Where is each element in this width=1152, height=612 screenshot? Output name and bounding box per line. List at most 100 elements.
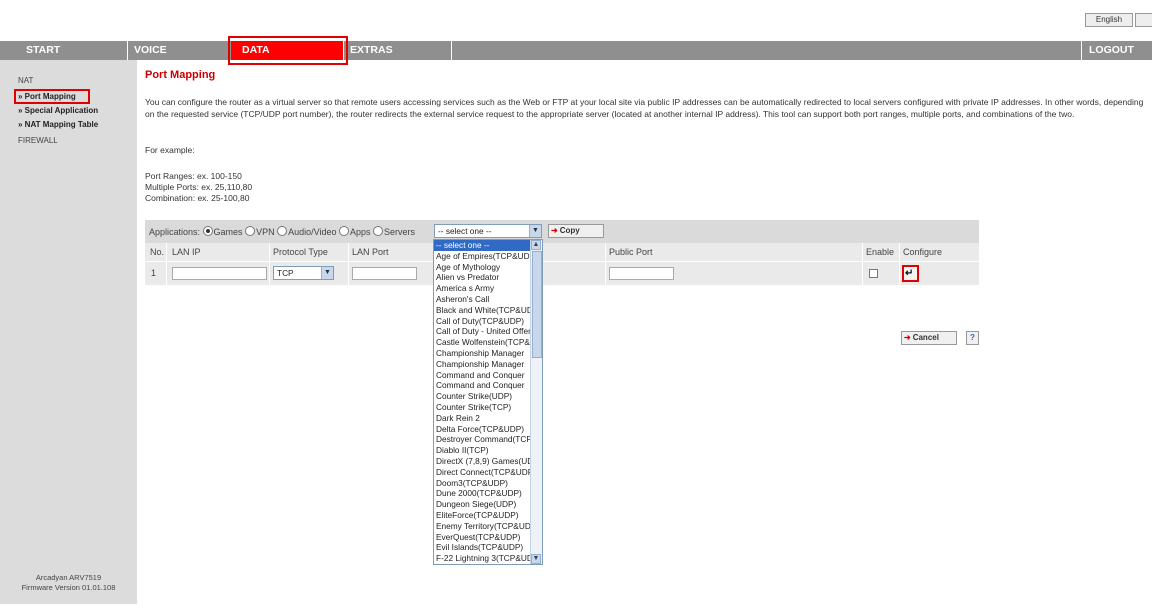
example-label: For example: xyxy=(145,145,195,155)
dropdown-option[interactable]: DirectX (7,8,9) Games(UDP) xyxy=(436,456,532,467)
dropdown-option[interactable]: Evil Islands(TCP&UDP) xyxy=(436,542,532,553)
column-divider xyxy=(269,243,270,285)
dropdown-option[interactable]: Call of Duty - United Offensive xyxy=(436,326,532,337)
table-header-row: No. LAN IP Protocol Type LAN Port Public… xyxy=(145,243,979,261)
nav-data-highlight xyxy=(228,36,348,65)
dropdown-option[interactable]: EliteForce(TCP&UDP) xyxy=(436,510,532,521)
language-button[interactable]: English xyxy=(1085,13,1133,27)
port-mapping-highlight xyxy=(14,89,90,104)
radio-servers-label: Servers xyxy=(384,227,416,237)
example-multiple-ports: Multiple Ports: ex. 25,110,80 xyxy=(145,182,253,192)
column-divider xyxy=(348,243,349,285)
column-divider xyxy=(605,243,606,285)
dropdown-option[interactable]: Alien vs Predator xyxy=(436,272,532,283)
dropdown-option[interactable]: Destroyer Command(TCP) xyxy=(436,434,532,445)
nav-voice[interactable]: VOICE xyxy=(128,41,230,60)
sidebar-item-nat-mapping-table[interactable]: » NAT Mapping Table xyxy=(18,120,98,129)
cancel-button-label: Cancel xyxy=(912,333,939,342)
nav-logout[interactable]: LOGOUT xyxy=(1081,41,1152,60)
dropdown-option[interactable]: Enemy Territory(TCP&UDP) xyxy=(436,521,532,532)
dropdown-option[interactable]: Command and Conquer xyxy=(436,380,532,391)
lan-port-input[interactable] xyxy=(352,267,417,280)
dropdown-option[interactable]: Direct Connect(TCP&UDP) xyxy=(436,467,532,478)
scroll-down-icon[interactable]: ▼ xyxy=(531,554,541,564)
dropdown-option[interactable]: Dune 2000(TCP&UDP) xyxy=(436,488,532,499)
sidebar-item-nat[interactable]: NAT xyxy=(18,76,33,85)
example-port-ranges: Port Ranges: ex. 100-150 xyxy=(145,171,242,181)
dropdown-option[interactable]: Delta Force(TCP&UDP) xyxy=(436,424,532,435)
header-public-port: Public Port xyxy=(609,247,653,257)
firmware-version: Firmware Version 01.01.108 xyxy=(21,583,116,592)
dropdown-option[interactable]: Championship Manager xyxy=(436,359,532,370)
enable-checkbox[interactable] xyxy=(869,269,878,278)
dropdown-option[interactable]: Castle Wolfenstein(TCP&UDP) xyxy=(436,337,532,348)
scroll-up-icon[interactable]: ▲ xyxy=(531,240,541,250)
second-top-button[interactable] xyxy=(1135,13,1152,27)
main-nav: START VOICE DATA EXTRAS LOGOUT xyxy=(0,41,1152,60)
row-divider xyxy=(145,261,979,262)
nav-extras[interactable]: EXTRAS xyxy=(344,41,452,60)
radio-apps[interactable] xyxy=(339,226,349,236)
radio-servers[interactable] xyxy=(373,226,384,236)
radio-audio-video-label: Audio/Video xyxy=(288,227,337,237)
help-button[interactable]: ? xyxy=(966,331,979,345)
column-divider xyxy=(899,243,900,285)
dropdown-option[interactable]: Black and White(TCP&UDP) xyxy=(436,305,532,316)
radio-audio-video[interactable] xyxy=(277,226,288,236)
dropdown-option[interactable]: Counter Strike(TCP) xyxy=(436,402,532,413)
dropdown-option[interactable]: Dark Rein 2 xyxy=(436,413,532,424)
radio-vpn[interactable] xyxy=(245,226,256,236)
copy-button[interactable]: ➜ Copy xyxy=(548,224,604,238)
dropdown-option[interactable]: Command and Conquer xyxy=(436,370,532,381)
example-combination: Combination: ex. 25-100,80 xyxy=(145,193,250,203)
dropdown-option[interactable]: F-22 Lightning 3(TCP&UDP) xyxy=(436,553,532,564)
column-divider xyxy=(166,243,167,285)
public-port-input[interactable] xyxy=(609,267,674,280)
chevron-down-icon[interactable]: ▼ xyxy=(529,225,541,237)
protocol-select[interactable]: TCP ▼ xyxy=(273,266,334,280)
dropdown-option[interactable]: Diablo II(TCP) xyxy=(436,445,532,456)
applications-label: Applications: xyxy=(149,227,201,237)
dropdown-option[interactable]: Age of Empires(TCP&UDP) xyxy=(436,251,532,262)
header-no: No. xyxy=(150,247,165,257)
dropdown-option[interactable]: America s Army xyxy=(436,283,532,294)
copy-button-label: Copy xyxy=(559,226,580,235)
header-enable: Enable xyxy=(866,247,895,257)
dropdown-option[interactable]: -- select one -- xyxy=(434,240,532,251)
description-text: You can configure the router as a virtua… xyxy=(145,97,1144,119)
radio-games-label: Games xyxy=(213,227,243,237)
dropdown-option[interactable]: Asheron's Call xyxy=(436,294,532,305)
dropdown-option[interactable]: Age of Mythology xyxy=(436,262,532,273)
cancel-button[interactable]: ➜ Cancel xyxy=(901,331,957,345)
header-lan-ip: LAN IP xyxy=(172,247,201,257)
application-select[interactable]: -- select one -- ▼ xyxy=(434,224,542,238)
header-lan-port: LAN Port xyxy=(352,247,389,257)
dropdown-option[interactable]: Call of Duty(TCP&UDP) xyxy=(436,316,532,327)
port-mapping-table: Applications: Games VPN Audio/Video Apps… xyxy=(145,220,979,285)
arrow-right-icon: ➜ xyxy=(551,226,558,235)
applications-row-content: Applications: Games VPN Audio/Video Apps… xyxy=(149,223,415,241)
configure-button[interactable]: ↵ xyxy=(902,265,919,282)
nav-start[interactable]: START xyxy=(18,41,128,60)
lan-ip-input[interactable] xyxy=(172,267,267,280)
application-select-value: -- select one -- xyxy=(438,226,492,236)
table-row: 1 TCP ▼ ↵ xyxy=(145,261,979,285)
sidebar-item-special-application[interactable]: » Special Application xyxy=(18,106,98,115)
dropdown-option[interactable]: Dungeon Siege(UDP) xyxy=(436,499,532,510)
sidebar-item-firewall[interactable]: FIREWALL xyxy=(18,136,58,145)
arrow-right-icon: ➜ xyxy=(904,333,911,342)
dropdown-scrollbar[interactable]: ▲ ▼ xyxy=(530,240,542,564)
dropdown-option[interactable]: Championship Manager xyxy=(436,348,532,359)
page-title: Port Mapping xyxy=(145,69,216,81)
radio-games[interactable] xyxy=(202,226,213,236)
header-configure: Configure xyxy=(903,247,943,257)
column-divider xyxy=(862,243,863,285)
protocol-select-value: TCP xyxy=(277,268,294,278)
application-dropdown-list[interactable]: -- select one -- Age of Empires(TCP&UDP) A… xyxy=(433,239,543,565)
applications-row: Applications: Games VPN Audio/Video Apps… xyxy=(145,220,979,243)
scroll-thumb[interactable] xyxy=(532,251,542,358)
dropdown-option[interactable]: Counter Strike(UDP) xyxy=(436,391,532,402)
chevron-down-icon[interactable]: ▼ xyxy=(321,267,333,279)
dropdown-option[interactable]: EverQuest(TCP&UDP) xyxy=(436,532,532,543)
dropdown-option[interactable]: Doom3(TCP&UDP) xyxy=(436,478,532,489)
